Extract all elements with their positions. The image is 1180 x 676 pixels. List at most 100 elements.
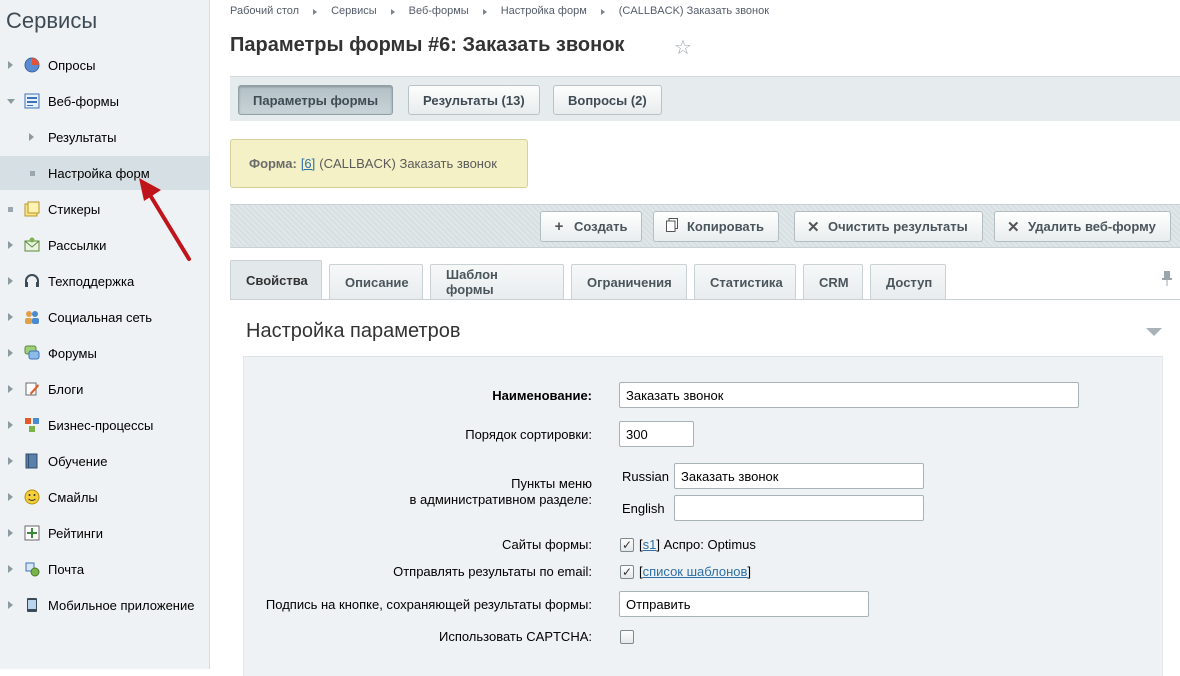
create-button-label: Создать (574, 219, 628, 234)
sort-input[interactable] (619, 421, 694, 447)
copy-button[interactable]: Копировать (653, 211, 780, 242)
sidebar-item-smileys[interactable]: Смайлы (0, 480, 209, 514)
menu-label-line1: Пункты меню (511, 476, 592, 491)
sidebar-item-results[interactable]: Результаты (0, 120, 209, 154)
button-caption-label: Подпись на кнопке, сохраняющей результат… (265, 597, 592, 612)
sidebar-item-label: Форумы (48, 345, 97, 361)
button-caption-input[interactable] (619, 591, 869, 617)
tab-questions[interactable]: Вопросы (2) (553, 85, 662, 115)
breadcrumb-item[interactable]: Веб-формы (409, 5, 469, 19)
sidebar-item-stickers[interactable]: Стикеры (0, 192, 209, 226)
expand-arrow-icon[interactable] (8, 313, 13, 321)
sidebar-item-forums[interactable]: Форумы (0, 336, 209, 370)
expand-arrow-icon[interactable] (8, 529, 13, 537)
sidebar-item-polls[interactable]: Опросы (0, 48, 209, 82)
sidebar-item-social-network[interactable]: Социальная сеть (0, 300, 209, 334)
site-link[interactable]: s1 (643, 537, 657, 552)
expand-arrow-icon[interactable] (8, 277, 13, 285)
sites-checkbox[interactable]: ✓ (620, 538, 634, 552)
tab-results[interactable]: Результаты (13) (408, 85, 540, 115)
social-network-icon (24, 309, 40, 325)
templates-link[interactable]: список шаблонов (643, 564, 748, 579)
expand-arrow-icon[interactable] (8, 385, 13, 393)
sidebar-item-blogs[interactable]: Блоги (0, 372, 209, 406)
captcha-checkbox[interactable] (620, 630, 634, 644)
sidebar-item-mobile-app[interactable]: Мобильное приложение (0, 588, 209, 622)
sites-label: Сайты формы: (502, 537, 592, 552)
business-processes-icon (24, 417, 40, 433)
forums-icon (24, 345, 40, 361)
breadcrumb-separator-icon (600, 9, 605, 15)
close-icon: ✕ (807, 218, 820, 236)
collapse-arrow-icon[interactable] (7, 98, 15, 104)
email-checkbox[interactable]: ✓ (620, 565, 634, 579)
expand-arrow-icon[interactable] (8, 565, 13, 573)
sidebar-item-label: Веб-формы (48, 93, 119, 109)
lang-russian-label: Russian (622, 469, 669, 484)
create-button[interactable]: + Создать (540, 211, 643, 242)
copy-button-label: Копировать (687, 219, 765, 234)
menu-en-input[interactable] (674, 495, 924, 521)
sites-value: [s1] Аспро: Optimus (639, 537, 756, 552)
tab-description[interactable]: Описание (329, 264, 423, 299)
polls-icon (24, 57, 40, 73)
tab-crm[interactable]: CRM (803, 264, 863, 299)
tab-statistics[interactable]: Статистика (694, 264, 796, 299)
sidebar-item-ratings[interactable]: Рейтинги (0, 516, 209, 550)
sidebar-item-business-processes[interactable]: Бизнес-процессы (0, 408, 209, 442)
breadcrumb-separator-icon (390, 9, 395, 15)
expand-arrow-icon[interactable] (8, 349, 13, 357)
collapse-caret-icon[interactable] (1146, 328, 1162, 336)
delete-webform-button[interactable]: ✕ Удалить веб-форму (994, 211, 1171, 242)
breadcrumb-item[interactable]: Настройка форм (501, 5, 587, 19)
pin-icon[interactable] (1162, 270, 1172, 290)
sidebar-item-support[interactable]: Техподдержка (0, 264, 209, 298)
form-id-link[interactable]: [6] (301, 156, 315, 171)
tab-restrictions[interactable]: Ограничения (571, 264, 687, 299)
breadcrumb-separator-icon (313, 9, 318, 15)
clear-results-button[interactable]: ✕ Очистить результаты (794, 211, 983, 242)
expand-arrow-icon[interactable] (8, 493, 13, 501)
mailings-icon (24, 237, 40, 253)
name-label: Наименование: (492, 388, 592, 403)
menu-ru-input[interactable] (674, 463, 924, 489)
tab-form-parameters[interactable]: Параметры формы (238, 85, 394, 115)
expand-arrow-icon[interactable] (8, 457, 13, 465)
expand-arrow-icon[interactable] (8, 241, 13, 249)
name-input[interactable] (619, 382, 1079, 408)
blogs-icon (24, 381, 40, 397)
breadcrumb-item[interactable]: Рабочий стол (230, 5, 299, 19)
menu-label-line2: в административном разделе: (409, 492, 592, 507)
panel-title: Настройка параметров (246, 320, 461, 342)
info-label: Форма: (249, 156, 297, 171)
expand-arrow-icon[interactable] (8, 61, 13, 69)
favorite-star-icon[interactable]: ☆ (674, 36, 692, 60)
webforms-icon (24, 93, 40, 109)
sidebar-item-label: Техподдержка (48, 273, 135, 289)
clear-results-button-label: Очистить результаты (828, 219, 968, 234)
expand-arrow-icon[interactable] (29, 133, 34, 141)
expand-arrow-icon[interactable] (8, 601, 13, 609)
sidebar: Сервисы Опросы Веб-формы Результаты Наст… (0, 0, 210, 669)
settings-panel: Настройка параметров Наименование: Поряд… (230, 299, 1180, 676)
sidebar-item-label: Смайлы (48, 489, 98, 505)
sidebar-item-webforms[interactable]: Веб-формы (0, 84, 209, 118)
stickers-icon (24, 201, 40, 217)
sidebar-item-label: Опросы (48, 57, 96, 73)
breadcrumb-item[interactable]: (CALLBACK) Заказать звонок (619, 5, 769, 19)
delete-webform-button-label: Удалить веб-форму (1028, 219, 1156, 234)
copy-icon (666, 217, 678, 236)
sidebar-item-label: Стикеры (48, 201, 101, 217)
breadcrumb-item[interactable]: Сервисы (331, 5, 377, 19)
tab-form-template[interactable]: Шаблон формы (430, 264, 564, 299)
tab-properties[interactable]: Свойства (230, 260, 322, 299)
tab-access[interactable]: Доступ (870, 264, 946, 299)
sidebar-item-learning[interactable]: Обучение (0, 444, 209, 478)
expand-arrow-icon[interactable] (8, 421, 13, 429)
sidebar-item-label: Результаты (48, 129, 117, 145)
sidebar-item-mail[interactable]: Почта (0, 552, 209, 586)
sidebar-item-form-settings[interactable]: Настройка форм (0, 156, 209, 190)
bullet-icon (8, 207, 13, 212)
sidebar-item-mailings[interactable]: Рассылки (0, 228, 209, 262)
page-title: Параметры формы #6: Заказать звонок (230, 34, 625, 56)
